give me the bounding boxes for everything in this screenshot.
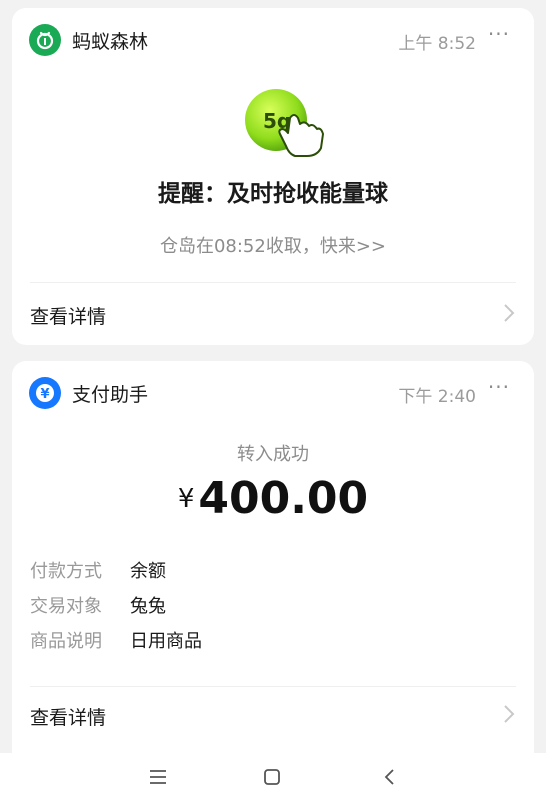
amount: ¥400.00 — [12, 473, 534, 524]
payment-assistant-card[interactable]: ¥ 支付助手 下午 2:40 ··· 转入成功 ¥400.00 付款方式 余额 … — [12, 361, 534, 753]
ant-forest-app-icon — [29, 24, 61, 56]
divider — [30, 282, 516, 283]
info-key: 付款方式 — [30, 561, 102, 582]
timestamp: 下午 2:40 — [398, 387, 476, 407]
view-details-row[interactable]: 查看详情 — [12, 689, 534, 741]
app-name: 蚂蚁森林 — [72, 31, 149, 53]
ant-forest-card[interactable]: 蚂蚁森林 上午 8:52 ··· 5g 提醒：及时抢收能量球 仓岛在08:52收… — [12, 8, 534, 345]
home-icon[interactable] — [258, 765, 286, 789]
info-key: 交易对象 — [30, 596, 102, 617]
currency-symbol: ¥ — [177, 484, 195, 514]
reminder-title: 提醒：及时抢收能量球 — [158, 181, 388, 207]
transfer-status: 转入成功 — [237, 444, 309, 465]
more-options-icon[interactable]: ··· — [488, 22, 510, 46]
view-details-row[interactable]: 查看详情 — [12, 288, 534, 340]
info-key: 商品说明 — [30, 631, 102, 652]
system-navigation-bar — [0, 753, 546, 800]
timestamp: 上午 8:52 — [398, 34, 476, 54]
divider — [30, 686, 516, 687]
info-value: 余额 — [130, 561, 166, 582]
chevron-right-icon — [502, 703, 516, 725]
info-value: 兔兔 — [130, 596, 166, 617]
energy-ball-icon: 5g — [234, 84, 330, 164]
app-name: 支付助手 — [72, 384, 149, 406]
view-details-label: 查看详情 — [30, 707, 107, 729]
more-options-icon[interactable]: ··· — [488, 375, 510, 399]
reminder-subtitle[interactable]: 仓岛在08:52收取，快来>> — [64, 232, 482, 258]
chevron-right-icon — [502, 302, 516, 324]
card-header: 蚂蚁森林 上午 8:52 ··· — [12, 8, 534, 68]
energy-reminder-banner[interactable]: 5g 提醒：及时抢收能量球 仓岛在08:52收取，快来>> — [64, 68, 482, 278]
view-details-label: 查看详情 — [30, 306, 107, 328]
card-header: ¥ 支付助手 下午 2:40 ··· — [12, 361, 534, 421]
svg-text:¥: ¥ — [40, 387, 49, 402]
amount-value: 400.00 — [198, 473, 369, 524]
back-icon[interactable] — [376, 765, 404, 789]
menu-icon[interactable] — [144, 765, 172, 789]
info-value: 日用商品 — [130, 631, 202, 652]
payment-assistant-app-icon: ¥ — [29, 377, 61, 409]
ball-label: 5g — [263, 109, 291, 133]
